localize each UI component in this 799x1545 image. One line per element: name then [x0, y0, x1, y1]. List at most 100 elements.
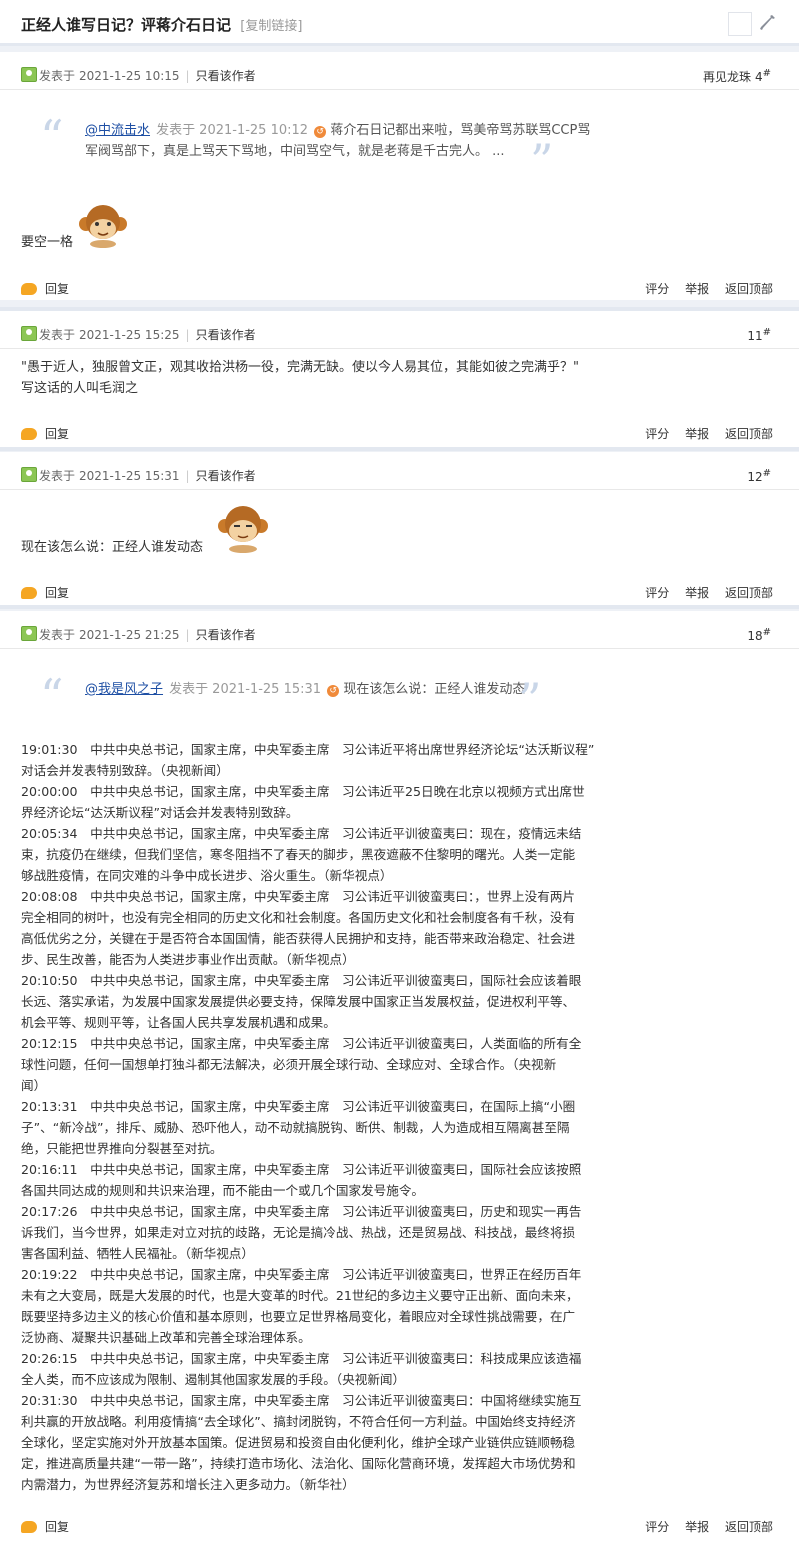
post-meta: 发表于 2021-1-25 10:15 | 只看该作者: [39, 67, 256, 84]
back-arrow-icon[interactable]: ↺: [314, 126, 327, 138]
post-line: 既要坚持多边主义的核心价值和基本原则，也要立足世界格局变化，着眼应对全球性挑战需…: [21, 1309, 576, 1324]
floor-mark: #: [762, 327, 771, 338]
post-line: 对话会并发表特别致辞。（央视新闻）: [21, 763, 229, 778]
right-quote-icon: ”: [518, 673, 542, 727]
reply-label: 回复: [45, 586, 70, 600]
post-footer: 回复 评分 举报 返回顶部: [0, 276, 799, 304]
post-header: 发表于 2021-1-25 10:15 | 只看该作者 再见龙珠 4#: [0, 52, 799, 90]
floor-number[interactable]: 再见龙珠 4#: [703, 68, 771, 85]
post-actions: 评分 举报 返回顶部: [633, 280, 773, 297]
thread-header: 正经人谁写日记？评蒋介石日记 [复制链接]: [0, 0, 799, 46]
reply-button[interactable]: 回复: [21, 584, 69, 601]
report-link[interactable]: 举报: [685, 1520, 709, 1534]
post-actions: 评分 举报 返回顶部: [633, 1518, 773, 1535]
avatar-icon[interactable]: [21, 67, 37, 82]
quote-time: 2021-1-25 15:31: [212, 682, 322, 697]
post-line: 20:17:26 中共中央总书记，国家主席，中央军委主席 习公讳近平训彼蛮夷曰，…: [21, 1204, 582, 1219]
floor-number[interactable]: 12#: [747, 468, 771, 484]
post-body: 要空一格: [21, 232, 775, 253]
floor-value: 12: [747, 470, 763, 484]
report-link[interactable]: 举报: [685, 586, 709, 600]
post-time: 2021-1-25 10:15: [79, 69, 180, 83]
post-actions: 评分 举报 返回顶部: [633, 425, 773, 442]
post-header: 发表于 2021-1-25 15:31 | 只看该作者 12#: [0, 452, 799, 490]
post-actions: 评分 举报 返回顶部: [633, 584, 773, 601]
quote-time: 2021-1-25 10:12: [199, 123, 309, 138]
avatar-icon[interactable]: [21, 467, 37, 482]
reply-icon: [21, 283, 37, 295]
post-line: 利共赢的开放战略。利用疫情搞“去全球化”、搞封闭脱钩，不符合任何一方利益。中国始…: [21, 1414, 576, 1429]
post-line: 写这话的人叫毛润之: [21, 381, 139, 396]
posted-label: 发表于: [39, 628, 76, 642]
right-quote-icon: ”: [530, 134, 554, 188]
report-link[interactable]: 举报: [685, 282, 709, 296]
only-author-link[interactable]: 只看该作者: [196, 469, 256, 483]
back-to-top-link[interactable]: 返回顶部: [725, 427, 773, 441]
reply-icon: [21, 428, 37, 440]
avatar-icon[interactable]: [21, 326, 37, 341]
monkey-emoji-icon: [218, 506, 268, 553]
quote-text: @中流击水 发表于 2021-1-25 10:12 ↺ 蒋介石日记都出来啦，骂美帝…: [85, 120, 595, 162]
rate-link[interactable]: 评分: [645, 282, 669, 296]
floor-number[interactable]: 11#: [747, 327, 771, 343]
checkbox[interactable]: [728, 12, 752, 36]
copy-link[interactable]: [复制链接]: [240, 19, 302, 34]
post-line: 界经济论坛“达沃斯议程”对话会并发表特别致辞。: [21, 805, 299, 820]
quote-block: “ @我是风之子 发表于 2021-1-25 15:31 ↺ 现在该怎么说：正经人…: [40, 673, 600, 723]
left-quote-icon: “: [40, 669, 64, 723]
post-line: 泛协商、凝聚共识基础上改革和完善全球治理体系。: [21, 1330, 311, 1345]
post-line: 高低优劣之分，关键在于是否符合本国国情，能否获得人民拥护和支持，能否带来政治稳定…: [21, 931, 576, 946]
back-arrow-icon[interactable]: ↺: [327, 685, 340, 697]
post-text: 要空一格: [21, 235, 74, 250]
thread-title-text: 正经人谁写日记？评蒋介石日记: [21, 16, 232, 34]
back-to-top-link[interactable]: 返回顶部: [725, 586, 773, 600]
quote-user-link[interactable]: @中流击水: [85, 123, 150, 138]
post-line: 绝，只能把世界推向分裂甚至对抗。: [21, 1141, 223, 1156]
post-line: 20:31:30 中共中央总书记，国家主席，中央军委主席 习公讳近平训彼蛮夷曰：…: [21, 1393, 582, 1408]
reply-button[interactable]: 回复: [21, 425, 69, 442]
post-line: 完全相同的树叶，也没有完全相同的历史文化和社会制度。各国历史文化和社会制度各有千…: [21, 910, 576, 925]
wrench-icon[interactable]: [758, 13, 778, 33]
post-line: 闻）: [21, 1078, 47, 1093]
back-to-top-link[interactable]: 返回顶部: [725, 282, 773, 296]
post-header: 发表于 2021-1-25 15:25 | 只看该作者 11#: [0, 311, 799, 349]
rate-link[interactable]: 评分: [645, 427, 669, 441]
floor-value: 11: [747, 329, 763, 343]
reply-button[interactable]: 回复: [21, 280, 69, 297]
reply-label: 回复: [45, 427, 70, 441]
post-line: 害各国利益、牺牲人民福祉。（新华视点）: [21, 1246, 254, 1261]
reply-button[interactable]: 回复: [21, 1518, 69, 1535]
post-line: 20:16:11 中共中央总书记，国家主席，中央军委主席 习公讳近平训彼蛮夷曰，…: [21, 1162, 582, 1177]
post-line: 内需潜力，为世界经济复苏和增长注入更多动力。（新华社）: [21, 1477, 355, 1492]
only-author-link[interactable]: 只看该作者: [196, 69, 256, 83]
floor-mark: #: [762, 627, 771, 638]
thread-title: 正经人谁写日记？评蒋介石日记 [复制链接]: [21, 14, 302, 35]
post-line: 束，抗疫仍在继续，但我们坚信，寒冬阻挡不了春天的脚步，黑夜遮蔽不住黎明的曙光。人…: [21, 847, 576, 862]
rate-link[interactable]: 评分: [645, 586, 669, 600]
quote-user-link[interactable]: @我是风之子: [85, 682, 163, 697]
post-line: 20:12:15 中共中央总书记，国家主席，中央军委主席 习公讳近平训彼蛮夷曰，…: [21, 1036, 582, 1051]
rate-link[interactable]: 评分: [645, 1520, 669, 1534]
separator: |: [185, 469, 190, 483]
only-author-link[interactable]: 只看该作者: [196, 328, 256, 342]
post-line: 全人类，而不应该成为限制、遏制其他国家发展的手段。（央视新闻）: [21, 1372, 406, 1387]
post-line: 20:26:15 中共中央总书记，国家主席，中央军委主席 习公讳近平训彼蛮夷曰：…: [21, 1351, 582, 1366]
post-line: 全球化，坚定实施对外开放基本国策。促进贸易和投资自由化便利化，维护全球产业链供应…: [21, 1435, 576, 1450]
post-line: 步、民生改善，能否为人类进步事业作出贡献。（新华视点）: [21, 952, 355, 967]
avatar-icon[interactable]: [21, 626, 37, 641]
post-line: 20:05:34 中共中央总书记，国家主席，中央军委主席 习公讳近平训彼蛮夷曰：…: [21, 826, 582, 841]
posted-label: 发表于: [39, 328, 76, 342]
post-meta: 发表于 2021-1-25 15:31 | 只看该作者: [39, 467, 256, 484]
quote-posted-label: 发表于: [156, 123, 196, 138]
monkey-emoji-icon: [79, 205, 127, 248]
floor-value: 4: [754, 70, 763, 84]
post-line: 19:01:30 中共中央总书记，国家主席，中央军委主席 习公讳近平将出席世界经…: [21, 742, 595, 757]
back-to-top-link[interactable]: 返回顶部: [725, 1520, 773, 1534]
post-meta: 发表于 2021-1-25 15:25 | 只看该作者: [39, 326, 256, 343]
only-author-link[interactable]: 只看该作者: [196, 628, 256, 642]
post-line: 20:10:50 中共中央总书记，国家主席，中央军委主席 习公讳近平训彼蛮夷曰，…: [21, 973, 582, 988]
floor-number[interactable]: 18#: [747, 627, 771, 643]
report-link[interactable]: 举报: [685, 427, 709, 441]
post-line: "愚于近人，独服曾文正，观其收拾洪杨一役，完满无缺。使以今人易其位，其能如彼之完…: [21, 360, 579, 375]
post: 发表于 2021-1-25 15:25 | 只看该作者 11# "愚于近人，独服曾文正…: [0, 311, 799, 447]
